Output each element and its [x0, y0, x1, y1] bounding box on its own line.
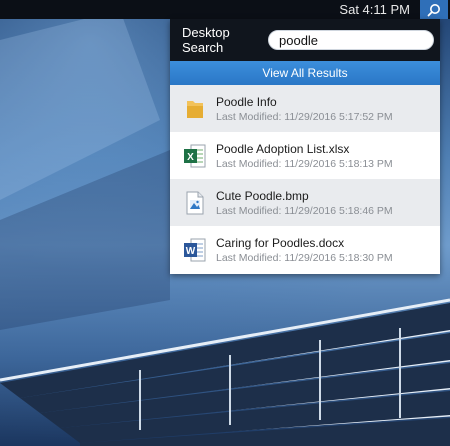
result-name: Caring for Poodles.docx — [216, 235, 345, 250]
excel-file-icon: X — [182, 141, 208, 171]
svg-text:X: X — [187, 152, 194, 163]
search-panel-title: Desktop Search — [182, 25, 230, 55]
result-modified: Last Modified: 11/29/2016 5:18:30 PM — [216, 251, 393, 264]
result-item[interactable]: Cute Poodle.bmp Last Modified: 11/29/201… — [170, 179, 440, 226]
folder-icon — [182, 94, 208, 124]
search-icon — [427, 3, 440, 16]
clock: Sat 4:11 PM — [339, 2, 410, 17]
view-all-results-button[interactable]: View All Results — [170, 61, 440, 85]
search-input[interactable] — [268, 30, 434, 50]
search-button[interactable] — [420, 0, 448, 19]
result-modified: Last Modified: 11/29/2016 5:17:52 PM — [216, 110, 393, 123]
result-item[interactable]: X Poodle Adoption List.xlsx Last Modifie… — [170, 132, 440, 179]
desktop-search-panel: Desktop Search View All Results Poodle I… — [170, 19, 440, 274]
result-item[interactable]: W Caring for Poodles.docx Last Modified:… — [170, 226, 440, 273]
result-name: Poodle Info — [216, 94, 277, 109]
result-name: Cute Poodle.bmp — [216, 188, 309, 203]
svg-text:W: W — [186, 246, 196, 257]
top-menubar: Sat 4:11 PM — [0, 0, 450, 19]
result-modified: Last Modified: 11/29/2016 5:18:46 PM — [216, 204, 393, 217]
result-name: Poodle Adoption List.xlsx — [216, 141, 350, 156]
result-modified: Last Modified: 11/29/2016 5:18:13 PM — [216, 157, 393, 170]
image-file-icon — [182, 188, 208, 218]
word-file-icon: W — [182, 235, 208, 265]
search-panel-header: Desktop Search — [170, 19, 440, 61]
result-item[interactable]: Poodle Info Last Modified: 11/29/2016 5:… — [170, 85, 440, 132]
